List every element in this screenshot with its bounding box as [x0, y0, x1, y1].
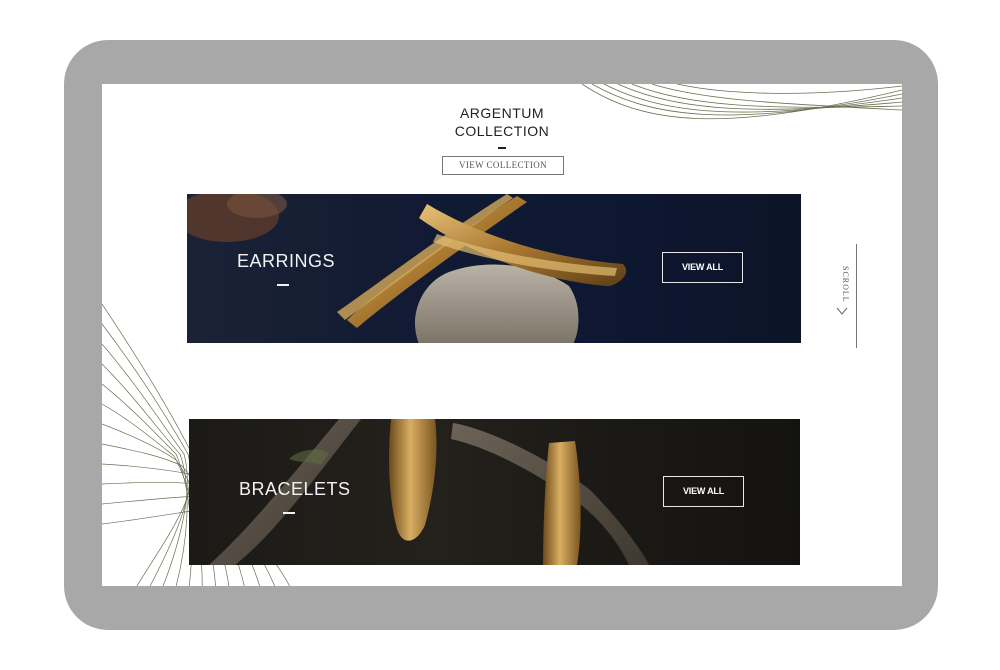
collection-title: ARGENTUM COLLECTION — [402, 104, 602, 140]
scroll-line — [856, 244, 857, 348]
view-collection-button[interactable]: VIEW COLLECTION — [442, 156, 564, 175]
bracelets-label: BRACELETS — [239, 479, 351, 499]
bracelets-banner[interactable]: BRACELETS VIEW ALL — [189, 419, 800, 565]
bracelets-dash — [283, 512, 295, 514]
collection-title-line1: ARGENTUM — [459, 105, 545, 121]
page-viewport[interactable]: ARGENTUM COLLECTION VIEW COLLECTION EARR… — [102, 84, 902, 586]
earrings-view-all-button[interactable]: VIEW ALL — [662, 252, 743, 283]
decorative-lines-top — [582, 84, 902, 120]
earrings-banner[interactable]: EARRINGS VIEW ALL — [187, 194, 801, 343]
chevron-down-icon[interactable] — [836, 306, 848, 316]
scroll-indicator[interactable]: SCROLL — [832, 244, 860, 348]
earrings-label: EARRINGS — [237, 251, 336, 271]
collection-title-line2: COLLECTION — [454, 123, 550, 139]
title-dash — [498, 147, 506, 149]
scroll-label: SCROLL — [841, 266, 850, 303]
bracelets-view-all-button[interactable]: VIEW ALL — [663, 476, 744, 507]
earrings-dash — [277, 284, 289, 286]
